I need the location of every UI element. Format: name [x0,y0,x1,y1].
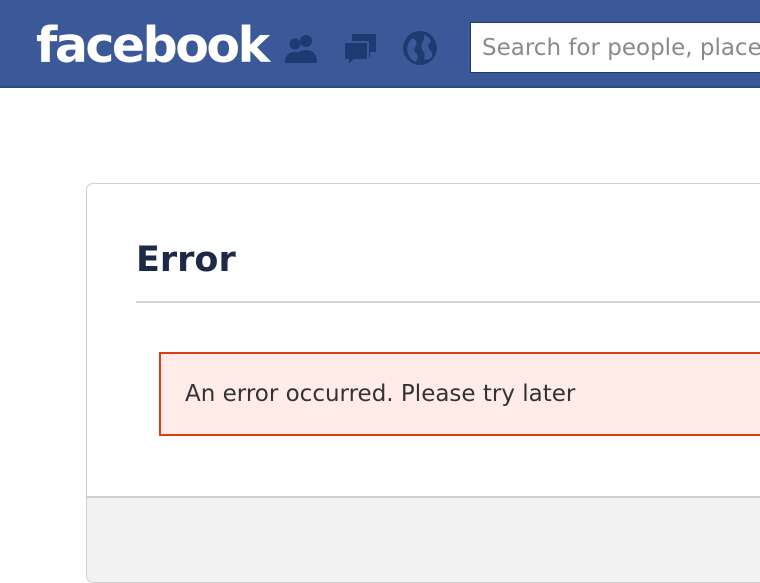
notifications-globe-icon[interactable] [400,28,440,68]
facebook-logo[interactable]: facebook [36,14,270,78]
title-divider [136,301,760,303]
search-input[interactable] [482,34,760,61]
search-box[interactable] [470,22,760,73]
messages-icon[interactable] [340,28,380,68]
dialog-footer [87,496,760,582]
friend-requests-icon[interactable] [281,28,321,68]
dialog-title: Error [136,240,236,280]
error-message-text: An error occurred. Please try later [185,381,576,407]
top-navigation-bar: facebook [0,0,760,88]
error-dialog: Error An error occurred. Please try late… [86,183,760,583]
error-message-box: An error occurred. Please try later [159,352,760,436]
